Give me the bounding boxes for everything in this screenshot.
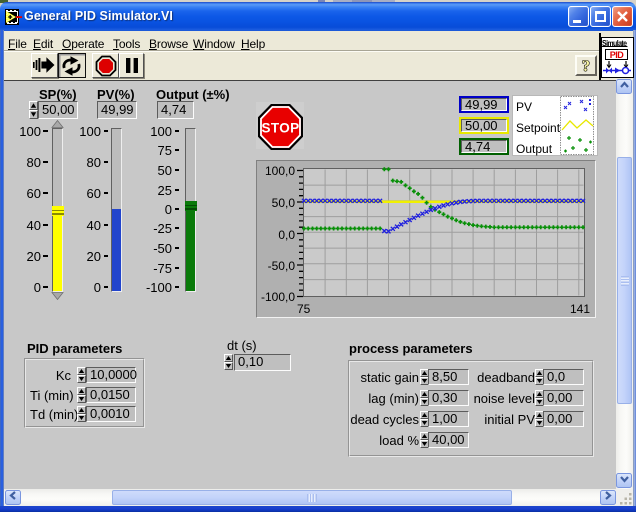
svg-text:STOP: STOP [261, 121, 299, 136]
svg-text:?: ? [582, 58, 590, 74]
